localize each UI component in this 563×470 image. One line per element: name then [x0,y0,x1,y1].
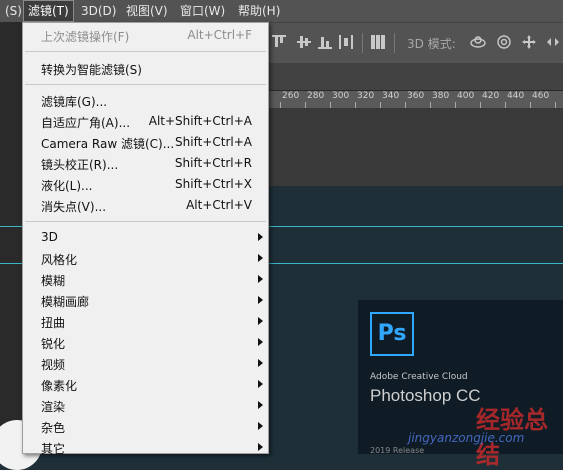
tools-panel [0,22,22,454]
menu-item-3d[interactable]: 3D [23,227,268,248]
menu-item-label: 模糊 [41,274,66,288]
menu-item-label: 杂色 [41,421,66,435]
menu-item-label: 其它 [41,442,66,456]
submenu-arrow-icon [258,338,263,346]
menu-item-shortcut: Alt+Ctrl+F [187,28,252,42]
3d-pan-icon[interactable] [521,34,537,50]
menu-item-label: 消失点(V)... [41,200,107,214]
menu-separator [25,221,266,222]
menu-item-label: 风格化 [41,253,78,267]
menu-item-label: 液化(L)... [41,179,93,193]
ruler-tick: 340 [382,91,400,101]
menu-item-label: 视频 [41,358,66,372]
ruler-tick: 260 [282,91,300,101]
menu-item-shortcut: Alt+Ctrl+V [186,198,252,212]
3d-roll-icon[interactable] [496,34,512,50]
ruler-tick: 400 [457,91,475,101]
filter-dropdown-menu: 上次滤镜操作(F) Alt+Ctrl+F 转换为智能滤镜(S) 滤镜库(G)..… [22,22,269,456]
menu-window[interactable]: 窗口(W) [175,0,230,22]
submenu-arrow-icon [258,296,263,304]
ruler-tick: 420 [482,91,500,101]
submenu-arrow-icon [258,359,263,367]
menu-item-shortcut: Shift+Ctrl+X [175,177,252,191]
ruler-tick: 300 [332,91,350,101]
submenu-arrow-icon [258,233,263,241]
menu-item-pixelate[interactable]: 像素化 [23,374,268,395]
menu-item-blur-gallery[interactable]: 模糊画廊 [23,290,268,311]
toolbar-separator [394,33,395,53]
menu-3d[interactable]: 3D(D) [76,0,121,22]
toolbar-separator [362,33,363,53]
menu-item-lens-correction[interactable]: 镜头校正(R)... Shift+Ctrl+R [23,153,268,174]
menu-item-camera-raw[interactable]: Camera Raw 滤镜(C)... Shift+Ctrl+A [23,132,268,153]
submenu-arrow-icon [258,443,263,451]
menu-help[interactable]: 帮助(H) [233,0,285,22]
align-vcenter-icon[interactable] [297,35,311,49]
menu-item-label: 锐化 [41,337,66,351]
menu-item-last-filter: 上次滤镜操作(F) Alt+Ctrl+F [23,25,268,46]
menu-item-vanishing-point[interactable]: 消失点(V)... Alt+Ctrl+V [23,195,268,216]
submenu-arrow-icon [258,254,263,262]
menu-item-label: 镜头校正(R)... [41,158,119,172]
menu-item-shortcut: Shift+Ctrl+R [174,156,252,170]
menu-item-filter-gallery[interactable]: 滤镜库(G)... [23,90,268,111]
align-top-icon[interactable] [272,35,286,49]
submenu-arrow-icon [258,422,263,430]
menu-item-other[interactable]: 其它 [23,437,268,458]
menu-item-label: Camera Raw 滤镜(C)... [41,137,175,151]
menu-item-render[interactable]: 渲染 [23,395,268,416]
menu-item-adaptive-wide-angle[interactable]: 自适应广角(A)... Alt+Shift+Ctrl+A [23,111,268,132]
menu-item-label: 自适应广角(A)... [41,116,131,130]
3d-mode-label: 3D 模式: [407,37,456,51]
menu-item-noise[interactable]: 杂色 [23,416,268,437]
menu-item-stylize[interactable]: 风格化 [23,248,268,269]
3d-orbit-icon[interactable] [470,34,486,50]
menu-item-label: 像素化 [41,379,78,393]
auto-align-icon[interactable] [371,35,385,49]
menu-item-label: 扭曲 [41,316,66,330]
ruler-tick: 360 [407,91,425,101]
menu-item-label: 上次滤镜操作(F) [41,30,130,44]
menu-item-label: 渲染 [41,400,66,414]
submenu-arrow-icon [258,317,263,325]
submenu-arrow-icon [258,275,263,283]
menu-item-label: 3D [41,230,58,244]
menu-item-label: 转换为智能滤镜(S) [41,63,142,77]
menu-item-distort[interactable]: 扭曲 [23,311,268,332]
ruler-tick: 320 [357,91,375,101]
menu-filter[interactable]: 滤镜(T) [23,0,74,22]
ruler-tick: 460 [532,91,550,101]
submenu-arrow-icon [258,401,263,409]
photoshop-logo: Ps [370,312,414,356]
menu-item-liquify[interactable]: 液化(L)... Shift+Ctrl+X [23,174,268,195]
watermark-url: jingyanzongjie.com [408,431,525,445]
3d-slide-icon[interactable] [545,34,561,50]
splash-company: Adobe Creative Cloud [370,372,468,382]
menu-item-convert-smart-filter[interactable]: 转换为智能滤镜(S) [23,58,268,79]
menu-view[interactable]: 视图(V) [121,0,173,22]
menu-item-label: 滤镜库(G)... [41,95,108,109]
ruler-tick: 280 [307,91,325,101]
menu-bar: (S) 滤镜(T) 3D(D) 视图(V) 窗口(W) 帮助(H) [0,0,563,22]
menu-separator [25,51,266,52]
ruler-tick: 380 [432,91,450,101]
align-bottom-icon[interactable] [318,35,332,49]
menu-item-label: 模糊画廊 [41,295,90,309]
menu-item-shortcut: Shift+Ctrl+A [175,135,252,149]
menu-item-blur[interactable]: 模糊 [23,269,268,290]
ruler-tick: 440 [507,91,525,101]
menu-separator [25,84,266,85]
splash-product: Photoshop CC [370,386,481,405]
distribute-icon[interactable] [339,35,353,49]
menu-item-video[interactable]: 视频 [23,353,268,374]
submenu-arrow-icon [258,380,263,388]
menu-item-shortcut: Alt+Shift+Ctrl+A [148,114,252,128]
menu-item-sharpen[interactable]: 锐化 [23,332,268,353]
